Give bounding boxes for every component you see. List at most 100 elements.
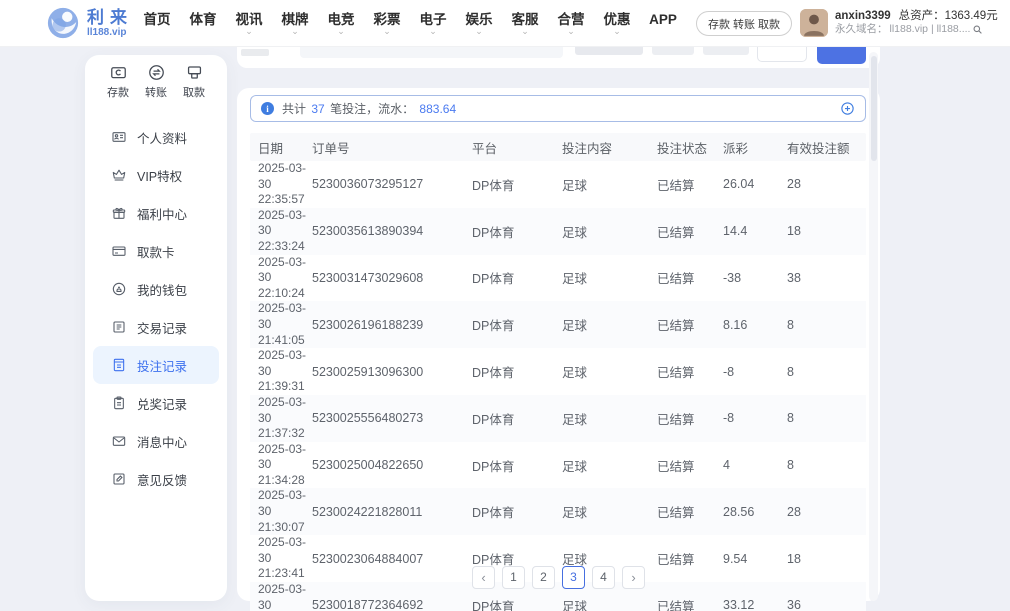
sidebar-item-bet-records[interactable]: 投注记录 — [93, 346, 219, 384]
pagination: ‹ 1 2 3 4 › — [237, 566, 880, 589]
cell-valid-amount: 28 — [787, 177, 866, 191]
table-row: 2025-03-30 21:34:28 5230025004822650 DP体… — [250, 442, 866, 489]
feedback-edit-icon — [111, 471, 127, 487]
table-row: 2025-03-30 21:37:32 5230025556480273 DP体… — [250, 395, 866, 442]
main-nav: 首页 体育 视讯 ⌄ 棋牌 ⌄ 电竞 — [134, 0, 686, 47]
sidebar-item-welfare[interactable]: 福利中心 — [93, 194, 219, 232]
cell-bet-content: 足球 — [562, 268, 657, 287]
permanent-domain-label: 永久域名： — [835, 23, 888, 36]
wallet-pill: 存款 转账 取款 — [696, 11, 792, 36]
chevron-down-icon: ⌄ — [613, 28, 621, 36]
sidebar-item-transactions[interactable]: 交易记录 — [93, 308, 219, 346]
expand-plus-icon[interactable] — [840, 101, 855, 116]
total-assets: 总资产：1363.49元 — [899, 9, 998, 23]
reset-button[interactable] — [757, 47, 807, 62]
nav-item-label: APP — [649, 12, 677, 27]
transaction-list-icon — [111, 319, 127, 335]
id-card-icon — [111, 129, 127, 145]
nav-item[interactable]: 体育 — [180, 0, 226, 47]
sidebar-item-vip[interactable]: VIP特权 — [93, 156, 219, 194]
cell-date: 2025-03-30 22:35:57 — [250, 161, 312, 208]
quick-action-transfer[interactable]: 转账 — [139, 63, 173, 100]
page-button[interactable]: 4 — [592, 566, 615, 589]
sidebar-item-wallet[interactable]: 我的钱包 — [93, 270, 219, 308]
permanent-domain-value: ll188.vip | ll188.... — [890, 23, 971, 36]
chevron-down-icon: ⌄ — [337, 28, 345, 36]
search-icon[interactable] — [972, 24, 983, 35]
page-button[interactable]: 3 — [562, 566, 585, 589]
cell-bet-content: 足球 — [562, 409, 657, 428]
table-row: 2025-03-30 22:35:57 5230036073295127 DP体… — [250, 161, 866, 208]
brand-title: 利来 — [87, 9, 133, 27]
avatar[interactable] — [800, 9, 828, 37]
sidebar-item-feedback[interactable]: 意见反馈 — [93, 460, 219, 498]
nav-item[interactable]: 客服 ⌄ — [502, 0, 548, 47]
cell-payout: 33.12 — [723, 598, 787, 611]
cell-valid-amount: 18 — [787, 552, 866, 566]
nav-item[interactable]: 电竞 ⌄ — [318, 0, 364, 47]
sidebar-item-prize-records[interactable]: 兑奖记录 — [93, 384, 219, 422]
cell-payout: -8 — [723, 411, 787, 425]
cell-bet-status: 已结算 — [657, 456, 723, 475]
filter-option[interactable] — [703, 47, 749, 55]
cell-bet-status: 已结算 — [657, 222, 723, 241]
transfer-icon — [147, 63, 166, 82]
page-button[interactable]: 2 — [532, 566, 555, 589]
quick-action-withdraw[interactable]: 取款 — [177, 63, 211, 100]
scrollbar-thumb[interactable] — [871, 56, 877, 161]
nav-item-label: 优惠 — [604, 12, 631, 27]
filter-option[interactable] — [575, 47, 643, 55]
brand-logo[interactable]: 利来 ll188.vip — [46, 6, 133, 40]
nav-item[interactable]: 首页 — [134, 0, 180, 47]
sidebar-item-withdraw-card[interactable]: 取款卡 — [93, 232, 219, 270]
clipboard-icon — [111, 395, 127, 411]
nav-item[interactable]: 彩票 ⌄ — [364, 0, 410, 47]
crown-icon — [111, 167, 127, 183]
next-page-button[interactable]: › — [622, 566, 645, 589]
cell-order-number: 5230031473029608 — [312, 271, 472, 285]
cell-valid-amount: 18 — [787, 224, 866, 238]
nav-item[interactable]: 棋牌 ⌄ — [272, 0, 318, 47]
chevron-down-icon: ⌄ — [383, 28, 391, 36]
cell-payout: 14.4 — [723, 224, 787, 238]
cell-order-number: 5230025556480273 — [312, 411, 472, 425]
withdraw-link[interactable]: 取款 — [758, 16, 780, 32]
prev-page-button[interactable]: ‹ — [472, 566, 495, 589]
deposit-link[interactable]: 存款 — [708, 16, 730, 32]
username[interactable]: anxin3399 — [835, 9, 891, 23]
nav-item[interactable]: 视讯 ⌄ — [226, 0, 272, 47]
user-area: anxin3399 总资产：1363.49元 永久域名： ll188.vip |… — [800, 9, 998, 37]
nav-item[interactable]: 合营 ⌄ — [548, 0, 594, 47]
cell-bet-content: 足球 — [562, 456, 657, 475]
sidebar-item-messages[interactable]: 消息中心 — [93, 422, 219, 460]
nav-item[interactable]: 娱乐 ⌄ — [456, 0, 502, 47]
search-button[interactable] — [817, 47, 866, 64]
nav-item[interactable]: APP — [640, 0, 686, 47]
nav-item[interactable]: 优惠 ⌄ — [594, 0, 640, 47]
chevron-down-icon: ⌄ — [567, 28, 575, 36]
filter-option[interactable] — [652, 47, 694, 55]
table-row: 2025-03-30 21:41:05 5230026196188239 DP体… — [250, 301, 866, 348]
date-range-input[interactable] — [300, 47, 563, 58]
filter-bar — [237, 47, 880, 68]
sidebar-item-profile[interactable]: 个人资料 — [93, 118, 219, 156]
cell-date: 2025-03-30 22:10:24 — [250, 255, 312, 302]
cell-valid-amount: 28 — [787, 505, 866, 519]
cell-platform: DP体育 — [472, 222, 562, 241]
cell-order-number: 5230036073295127 — [312, 177, 472, 191]
nav-item[interactable]: 电子 ⌄ — [410, 0, 456, 47]
nav-item-label: 电子 — [420, 12, 447, 27]
page-button[interactable]: 1 — [502, 566, 525, 589]
cell-date: 2025-03-30 21:34:28 — [250, 442, 312, 489]
transfer-link[interactable]: 转账 — [733, 16, 755, 32]
cell-bet-content: 足球 — [562, 315, 657, 334]
scrollbar-track[interactable] — [869, 52, 878, 601]
cell-valid-amount: 38 — [787, 271, 866, 285]
summary-bar: i 共计 37 笔投注，流水： 883.64 — [250, 95, 866, 122]
table-row: 2025-03-30 21:39:31 5230025913096300 DP体… — [250, 348, 866, 395]
nav-item-label: 彩票 — [374, 12, 401, 27]
quick-action-deposit[interactable]: 存款 — [101, 63, 135, 100]
nav-item-label: 客服 — [512, 12, 539, 27]
cell-platform: DP体育 — [472, 502, 562, 521]
chevron-down-icon: ⌄ — [475, 28, 483, 36]
